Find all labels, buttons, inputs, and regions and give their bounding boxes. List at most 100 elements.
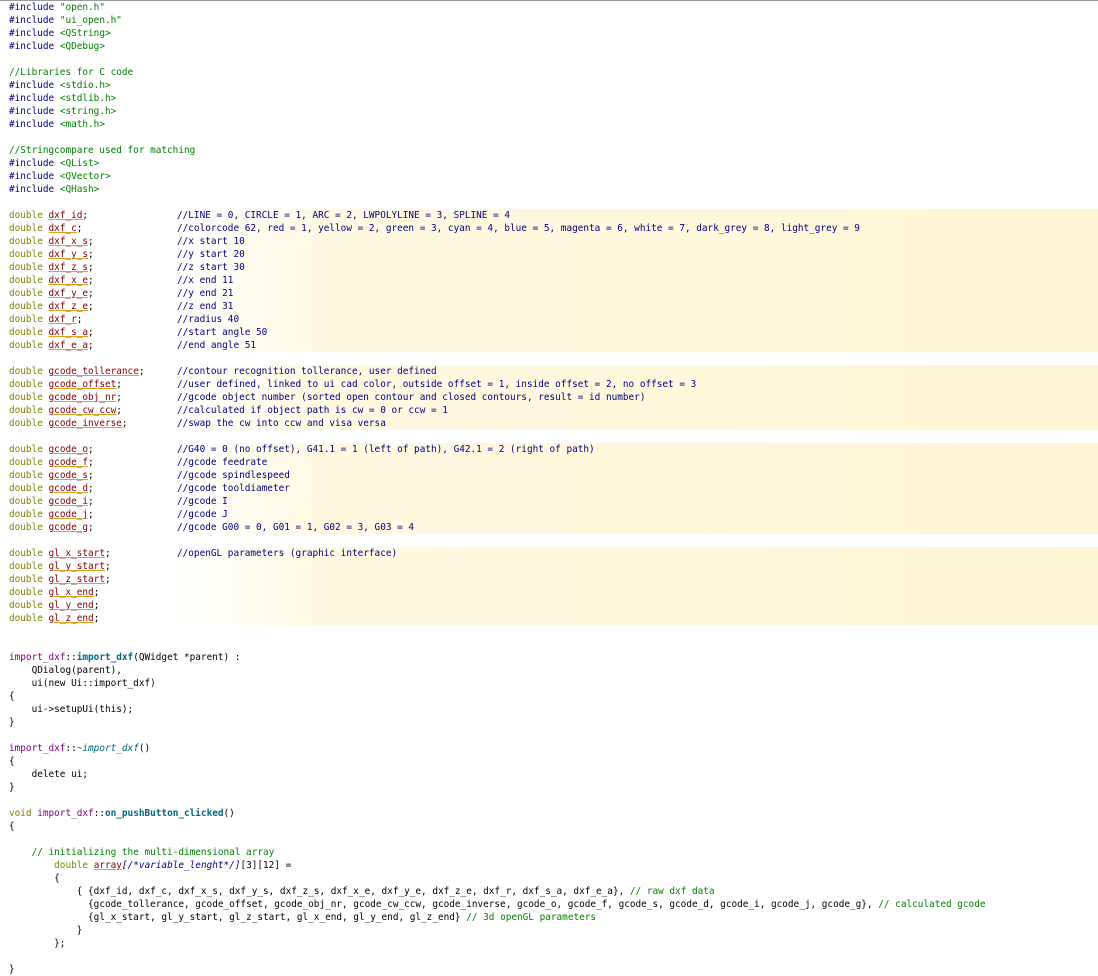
code-comment: // raw dxf data [629,886,715,897]
brace-line[interactable]: } [0,781,1098,794]
variable-declaration[interactable]: double gl_z_start; [0,573,1098,586]
variable-name: gl_y_start [48,561,105,572]
type-keyword: double [9,522,43,533]
include-line[interactable]: #include <math.h> [0,118,1098,131]
declaration-code: double gcode_tollerance; [9,366,145,377]
include-directive: #include [9,184,55,195]
include-line[interactable]: #include "open.h" [0,1,1098,14]
variable-declaration[interactable]: double dxf_c; //colorcode 62, red = 1, ye… [0,222,1098,235]
variable-declaration[interactable]: double gcode_f; //gcode feedrate [0,456,1098,469]
include-target: <QVector> [59,171,111,182]
class-name: import_dxf [9,652,66,663]
return-type: void [9,808,32,819]
variable-declaration[interactable]: double dxf_e_a; //end angle 51 [0,339,1098,352]
variable-declaration[interactable]: double dxf_y_s; //y start 20 [0,248,1098,261]
variable-declaration[interactable]: double gcode_obj_nr; //gcode object numbe… [0,391,1098,404]
variable-declaration[interactable]: double dxf_x_s; //x start 10 [0,235,1098,248]
type-keyword: double [9,587,43,598]
comment-line[interactable]: // initializing the multi-dimensional ar… [0,846,1098,859]
include-directive: #include [9,93,55,104]
variable-declaration[interactable]: double gcode_o; //G40 = 0 (no offset), G4… [0,443,1098,456]
blank-line[interactable] [0,950,1098,963]
brace-line[interactable]: } [0,924,1098,937]
include-target: "ui_open.h" [59,15,122,26]
brace-line[interactable]: } [0,716,1098,729]
variable-declaration[interactable]: double gcode_offset; //user defined, link… [0,378,1098,391]
blank-line[interactable] [0,430,1098,443]
include-directive: #include [9,119,55,130]
brace-line[interactable]: { [0,872,1098,885]
include-line[interactable]: #include <QVector> [0,170,1098,183]
variable-declaration[interactable]: double gl_x_start; //openGL parameters (g… [0,547,1098,560]
variable-declaration[interactable]: double dxf_y_e; //y end 21 [0,287,1098,300]
blank-line[interactable] [0,352,1098,365]
type-keyword: double [9,249,43,260]
blank-line[interactable] [0,729,1098,742]
variable-declaration[interactable]: double dxf_x_e; //x end 11 [0,274,1098,287]
include-line[interactable]: #include <QString> [0,27,1098,40]
brace-line[interactable]: }; [0,937,1098,950]
code-comment: // calculated gcode [878,899,986,910]
function-signature[interactable]: import_dxf::~import_dxf() [0,742,1098,755]
statement-line[interactable]: delete ui; [0,768,1098,781]
brace-line[interactable]: { [0,755,1098,768]
include-line[interactable]: #include <string.h> [0,105,1098,118]
include-line[interactable]: #include <stdlib.h> [0,92,1098,105]
variable-declaration[interactable]: double gcode_inverse; //swap the cw into … [0,417,1098,430]
comment-line[interactable]: //Libraries for C code [0,66,1098,79]
array-row[interactable]: { {dxf_id, dxf_c, dxf_x_s, dxf_y_s, dxf_… [0,885,1098,898]
array-dimensions: [3][12] = [240,860,292,871]
brace-line[interactable]: { [0,690,1098,703]
include-line[interactable]: #include <QDebug> [0,40,1098,53]
blank-line[interactable] [0,534,1098,547]
variable-declaration[interactable]: double dxf_s_a; //start angle 50 [0,326,1098,339]
declaration-code: double gcode_obj_nr; [9,392,122,403]
code-comment: //Libraries for C code [9,67,134,78]
type-keyword: double [9,600,43,611]
array-row-values: {gcode_tollerance, gcode_offset, gcode_o… [88,899,873,910]
code-editor[interactable]: #include "open.h" #include "ui_open.h" #in… [0,1,1098,976]
statement-line[interactable]: ui->setupUi(this); [0,703,1098,716]
brace-line[interactable]: { [0,820,1098,833]
array-declaration[interactable]: double array[/*variable_lenght*/][3][12]… [0,859,1098,872]
variable-declaration[interactable]: double gcode_i; //gcode I [0,495,1098,508]
include-line[interactable]: #include <QHash> [0,183,1098,196]
initializer-line[interactable]: QDialog(parent), [0,664,1098,677]
include-line[interactable]: #include "ui_open.h" [0,14,1098,27]
function-signature[interactable]: import_dxf::import_dxf(QWidget *parent) … [0,651,1098,664]
variable-name: gcode_cw_ccw [48,405,117,416]
blank-line[interactable] [0,794,1098,807]
declaration-comment: //contour recognition tollerance, user d… [177,366,437,377]
variable-declaration[interactable]: double gl_y_end; [0,599,1098,612]
variable-declaration[interactable]: double dxf_id; //LINE = 0, CIRCLE = 1, AR… [0,209,1098,222]
array-row[interactable]: {gcode_tollerance, gcode_offset, gcode_o… [0,898,1098,911]
variable-declaration[interactable]: double gcode_g; //gcode G00 = 0, G01 = 1,… [0,521,1098,534]
blank-line[interactable] [0,638,1098,651]
declaration-comment: //gcode J [177,509,228,520]
blank-line[interactable] [0,833,1098,846]
include-line[interactable]: #include <QList> [0,157,1098,170]
variable-declaration[interactable]: double gcode_s; //gcode spindlespeed [0,469,1098,482]
variable-declaration[interactable]: double dxf_z_e; //z end 31 [0,300,1098,313]
comment-line[interactable]: //Stringcompare used for matching [0,144,1098,157]
variable-declaration[interactable]: double gl_x_end; [0,586,1098,599]
array-row[interactable]: {gl_x_start, gl_y_start, gl_z_start, gl_… [0,911,1098,924]
blank-line[interactable] [0,625,1098,638]
include-target: "open.h" [59,2,105,13]
function-signature[interactable]: void import_dxf::on_pushButton_clicked() [0,807,1098,820]
variable-declaration[interactable]: double gcode_cw_ccw; //calculated if obje… [0,404,1098,417]
blank-line[interactable] [0,196,1098,209]
include-line[interactable]: #include <stdio.h> [0,79,1098,92]
variable-declaration[interactable]: double gl_z_end; [0,612,1098,625]
variable-declaration[interactable]: double dxf_z_s; //z start 30 [0,261,1098,274]
variable-declaration[interactable]: double gcode_tollerance; //contour recogn… [0,365,1098,378]
blank-line[interactable] [0,131,1098,144]
type-keyword: double [9,392,43,403]
brace-line[interactable]: } [0,963,1098,976]
variable-declaration[interactable]: double gcode_j; //gcode J [0,508,1098,521]
initializer-line[interactable]: ui(new Ui::import_dxf) [0,677,1098,690]
variable-declaration[interactable]: double gcode_d; //gcode tooldiameter [0,482,1098,495]
variable-declaration[interactable]: double dxf_r; //radius 40 [0,313,1098,326]
blank-line[interactable] [0,53,1098,66]
variable-declaration[interactable]: double gl_y_start; [0,560,1098,573]
